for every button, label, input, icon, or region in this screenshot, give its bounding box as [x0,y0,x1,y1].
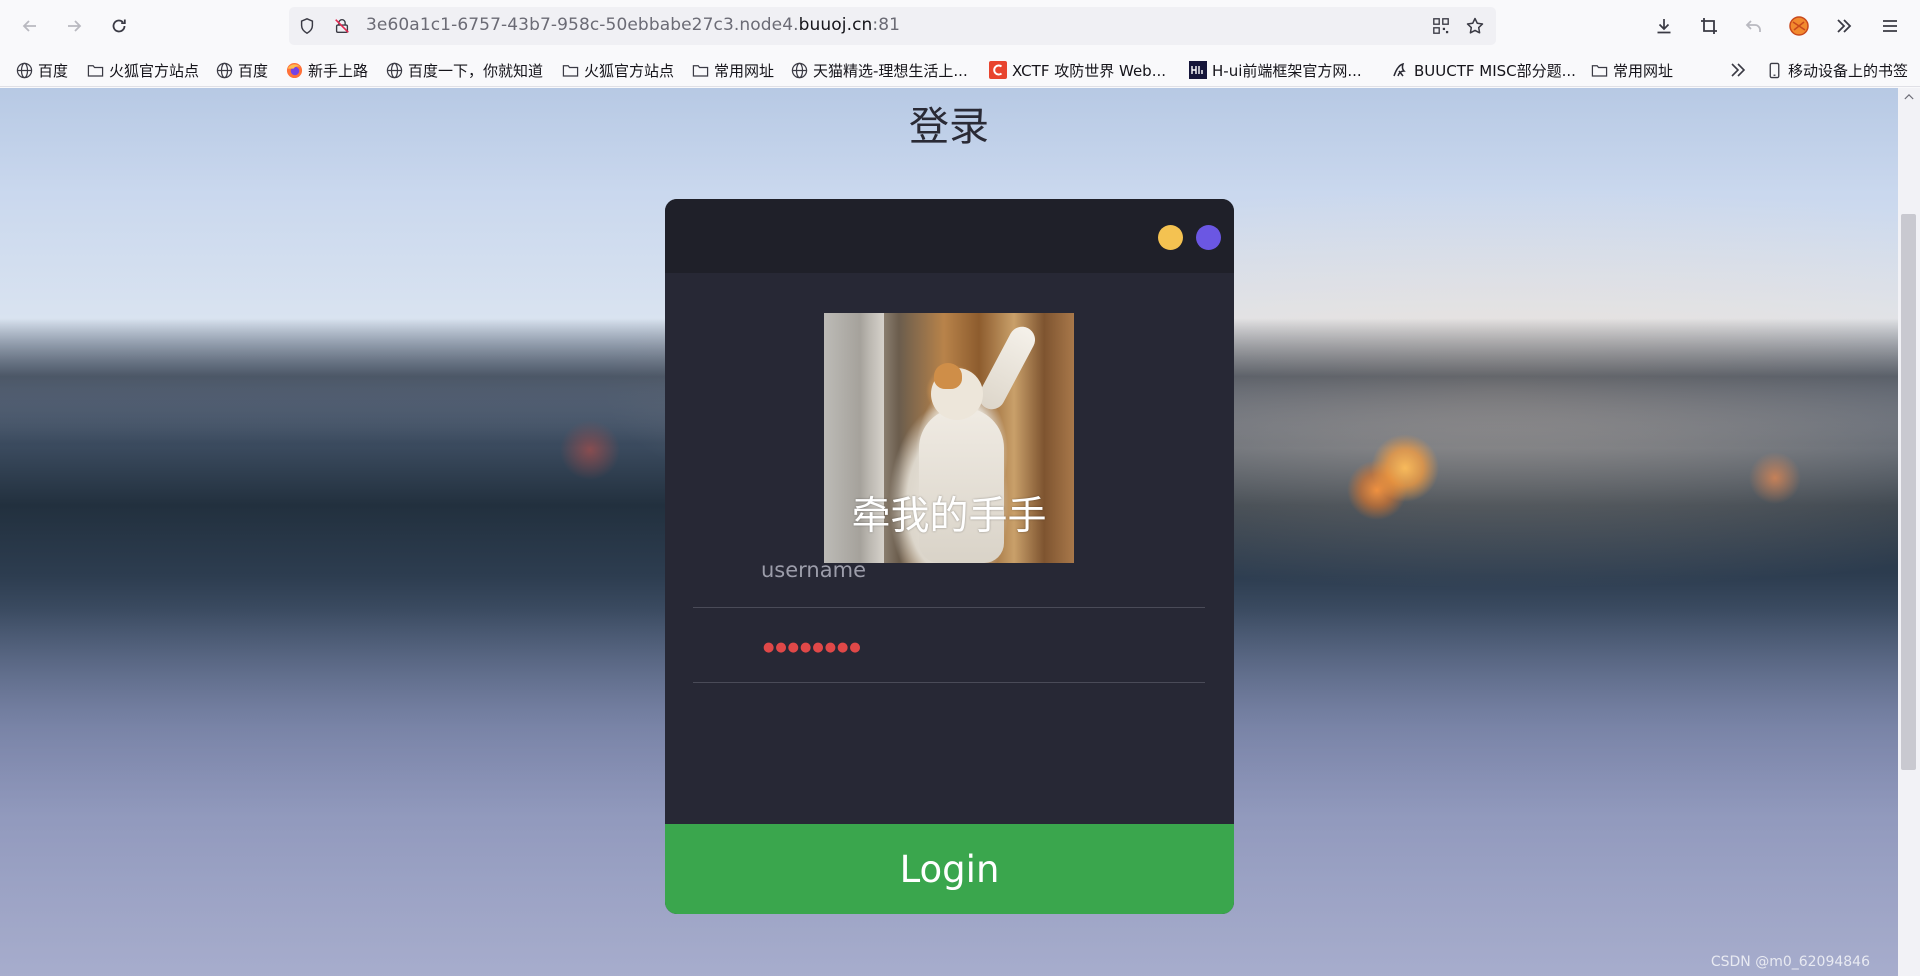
hui-icon [1189,61,1207,79]
bookmark-label: 百度 [238,61,269,80]
scroll-up-arrow-icon[interactable] [1901,90,1916,102]
bookmark-label: 火狐官方站点 [109,61,200,80]
undo-close-tab-button[interactable] [1739,11,1769,41]
login-card: 牵我的手手 ●●●●●●●● Login [665,199,1234,914]
page-title: 登录 [909,104,989,150]
bookmark-label: XCTF 攻防世界 Web... [1012,61,1166,80]
password-input[interactable]: ●●●●●●●● [763,629,862,665]
bookmark-baidu-1[interactable]: 百度 [15,58,68,82]
card-header [665,199,1234,273]
hamburger-icon [1883,20,1897,32]
back-arrow-icon [22,20,36,32]
bookmark-hui[interactable]: H-ui前端框架官方网... [1189,58,1362,82]
bookmark-label: 移动设备上的书签 [1788,61,1909,80]
mobile-device-icon [1765,61,1783,79]
cat-meme-image: 牵我的手手 [824,313,1074,563]
username-input[interactable] [761,552,1181,588]
bookmark-label: 新手上路 [308,61,369,80]
globe-icon [15,61,33,79]
page-background: 登录 牵我的手手 ●●●●●●●● Login CSDN @m0_6209484… [0,88,1898,976]
bookmark-label: 百度一下，你就知道 [408,61,544,80]
double-chevron-icon [1837,19,1852,33]
bookmarks-bar: 百度 火狐官方站点 百度 新手上路 百度一下，你就知道 火狐官方站点 常用网址 … [0,52,1920,87]
insecure-lock-icon[interactable] [332,16,352,36]
firefox-icon [285,61,303,79]
undo-arrow-icon [1745,20,1761,32]
bookmark-baidu-2[interactable]: 百度 [215,58,268,82]
mobile-bookmarks[interactable]: 移动设备上的书签 [1765,58,1908,82]
folder-icon [561,61,579,79]
page-scrollbar-thumb[interactable] [1901,214,1916,770]
url-text[interactable]: 3e60a1c1-6757-43b7-958c-50ebbabe27c3.nod… [366,15,900,35]
address-bar[interactable]: 3e60a1c1-6757-43b7-958c-50ebbabe27c3.nod… [289,7,1496,45]
bookmark-label: BUUCTF MISC部分题... [1414,61,1576,80]
bookmark-label: H-ui前端框架官方网... [1212,61,1362,80]
bookmark-xctf[interactable]: XCTF 攻防世界 Web... [989,58,1166,82]
browser-toolbar: 3e60a1c1-6757-43b7-958c-50ebbabe27c3.nod… [0,0,1920,52]
reload-button[interactable] [103,10,135,42]
bookmark-label: 百度 [38,61,69,80]
url-prefix: 3e60a1c1-6757-43b7-958c-50ebbabe27c3.nod… [366,15,799,35]
double-chevron-icon [1729,61,1747,79]
csdn-watermark: CSDN @m0_62094846 [1710,954,1870,970]
downloads-button[interactable] [1649,11,1679,41]
more-tools-button[interactable] [1829,11,1859,41]
reload-icon [112,19,126,33]
back-button[interactable] [14,10,46,42]
password-field[interactable]: ●●●●●●●● [693,607,1205,683]
shield-icon[interactable] [297,16,317,36]
bookmark-getting-started[interactable]: 新手上路 [285,58,368,82]
bookmark-firefox-official-2[interactable]: 火狐官方站点 [561,58,674,82]
url-host: buuoj.cn [798,15,873,35]
bookmark-label: 天猫精选-理想生活上... [813,61,968,80]
forward-button[interactable] [58,10,90,42]
folder-icon [1590,61,1608,79]
globe-icon [385,61,403,79]
bookmark-buuctf[interactable]: BUUCTF MISC部分题... [1391,58,1576,82]
purple-dot-icon [1196,225,1221,250]
bookmark-firefox-official-1[interactable]: 火狐官方站点 [86,58,199,82]
screenshot-button[interactable] [1694,11,1724,41]
download-icon [1657,19,1671,34]
bookmark-label: 常用网址 [714,61,775,80]
bookmark-common-sites-1[interactable]: 常用网址 [691,58,774,82]
buuctf-icon [1391,61,1409,79]
bookmarks-overflow-button[interactable] [1729,58,1752,82]
qr-code-icon[interactable] [1431,16,1451,36]
meme-cat-paw [974,322,1040,414]
url-port: :81 [872,15,901,35]
bookmark-label: 火狐官方站点 [584,61,675,80]
crop-icon [1701,18,1717,34]
forward-arrow-icon [68,20,82,32]
bookmark-common-sites-2[interactable]: 常用网址 [1590,58,1673,82]
bookmark-baidu-search[interactable]: 百度一下，你就知道 [385,58,543,82]
extension-button[interactable] [1784,11,1814,41]
bookmark-star-icon[interactable] [1465,16,1485,36]
globe-icon [215,61,233,79]
bookmark-tmall[interactable]: 天猫精选-理想生活上... [790,58,968,82]
app-menu-button[interactable] [1875,11,1905,41]
bookmark-label: 常用网址 [1613,61,1674,80]
globe-icon [790,61,808,79]
folder-icon [691,61,709,79]
meme-cat-patch [934,363,962,389]
yellow-dot-icon [1158,225,1183,250]
extension-ball-icon [1789,16,1809,36]
xctf-icon [989,61,1007,79]
folder-icon [86,61,104,79]
login-button[interactable]: Login [665,824,1234,914]
username-field [693,532,1205,608]
